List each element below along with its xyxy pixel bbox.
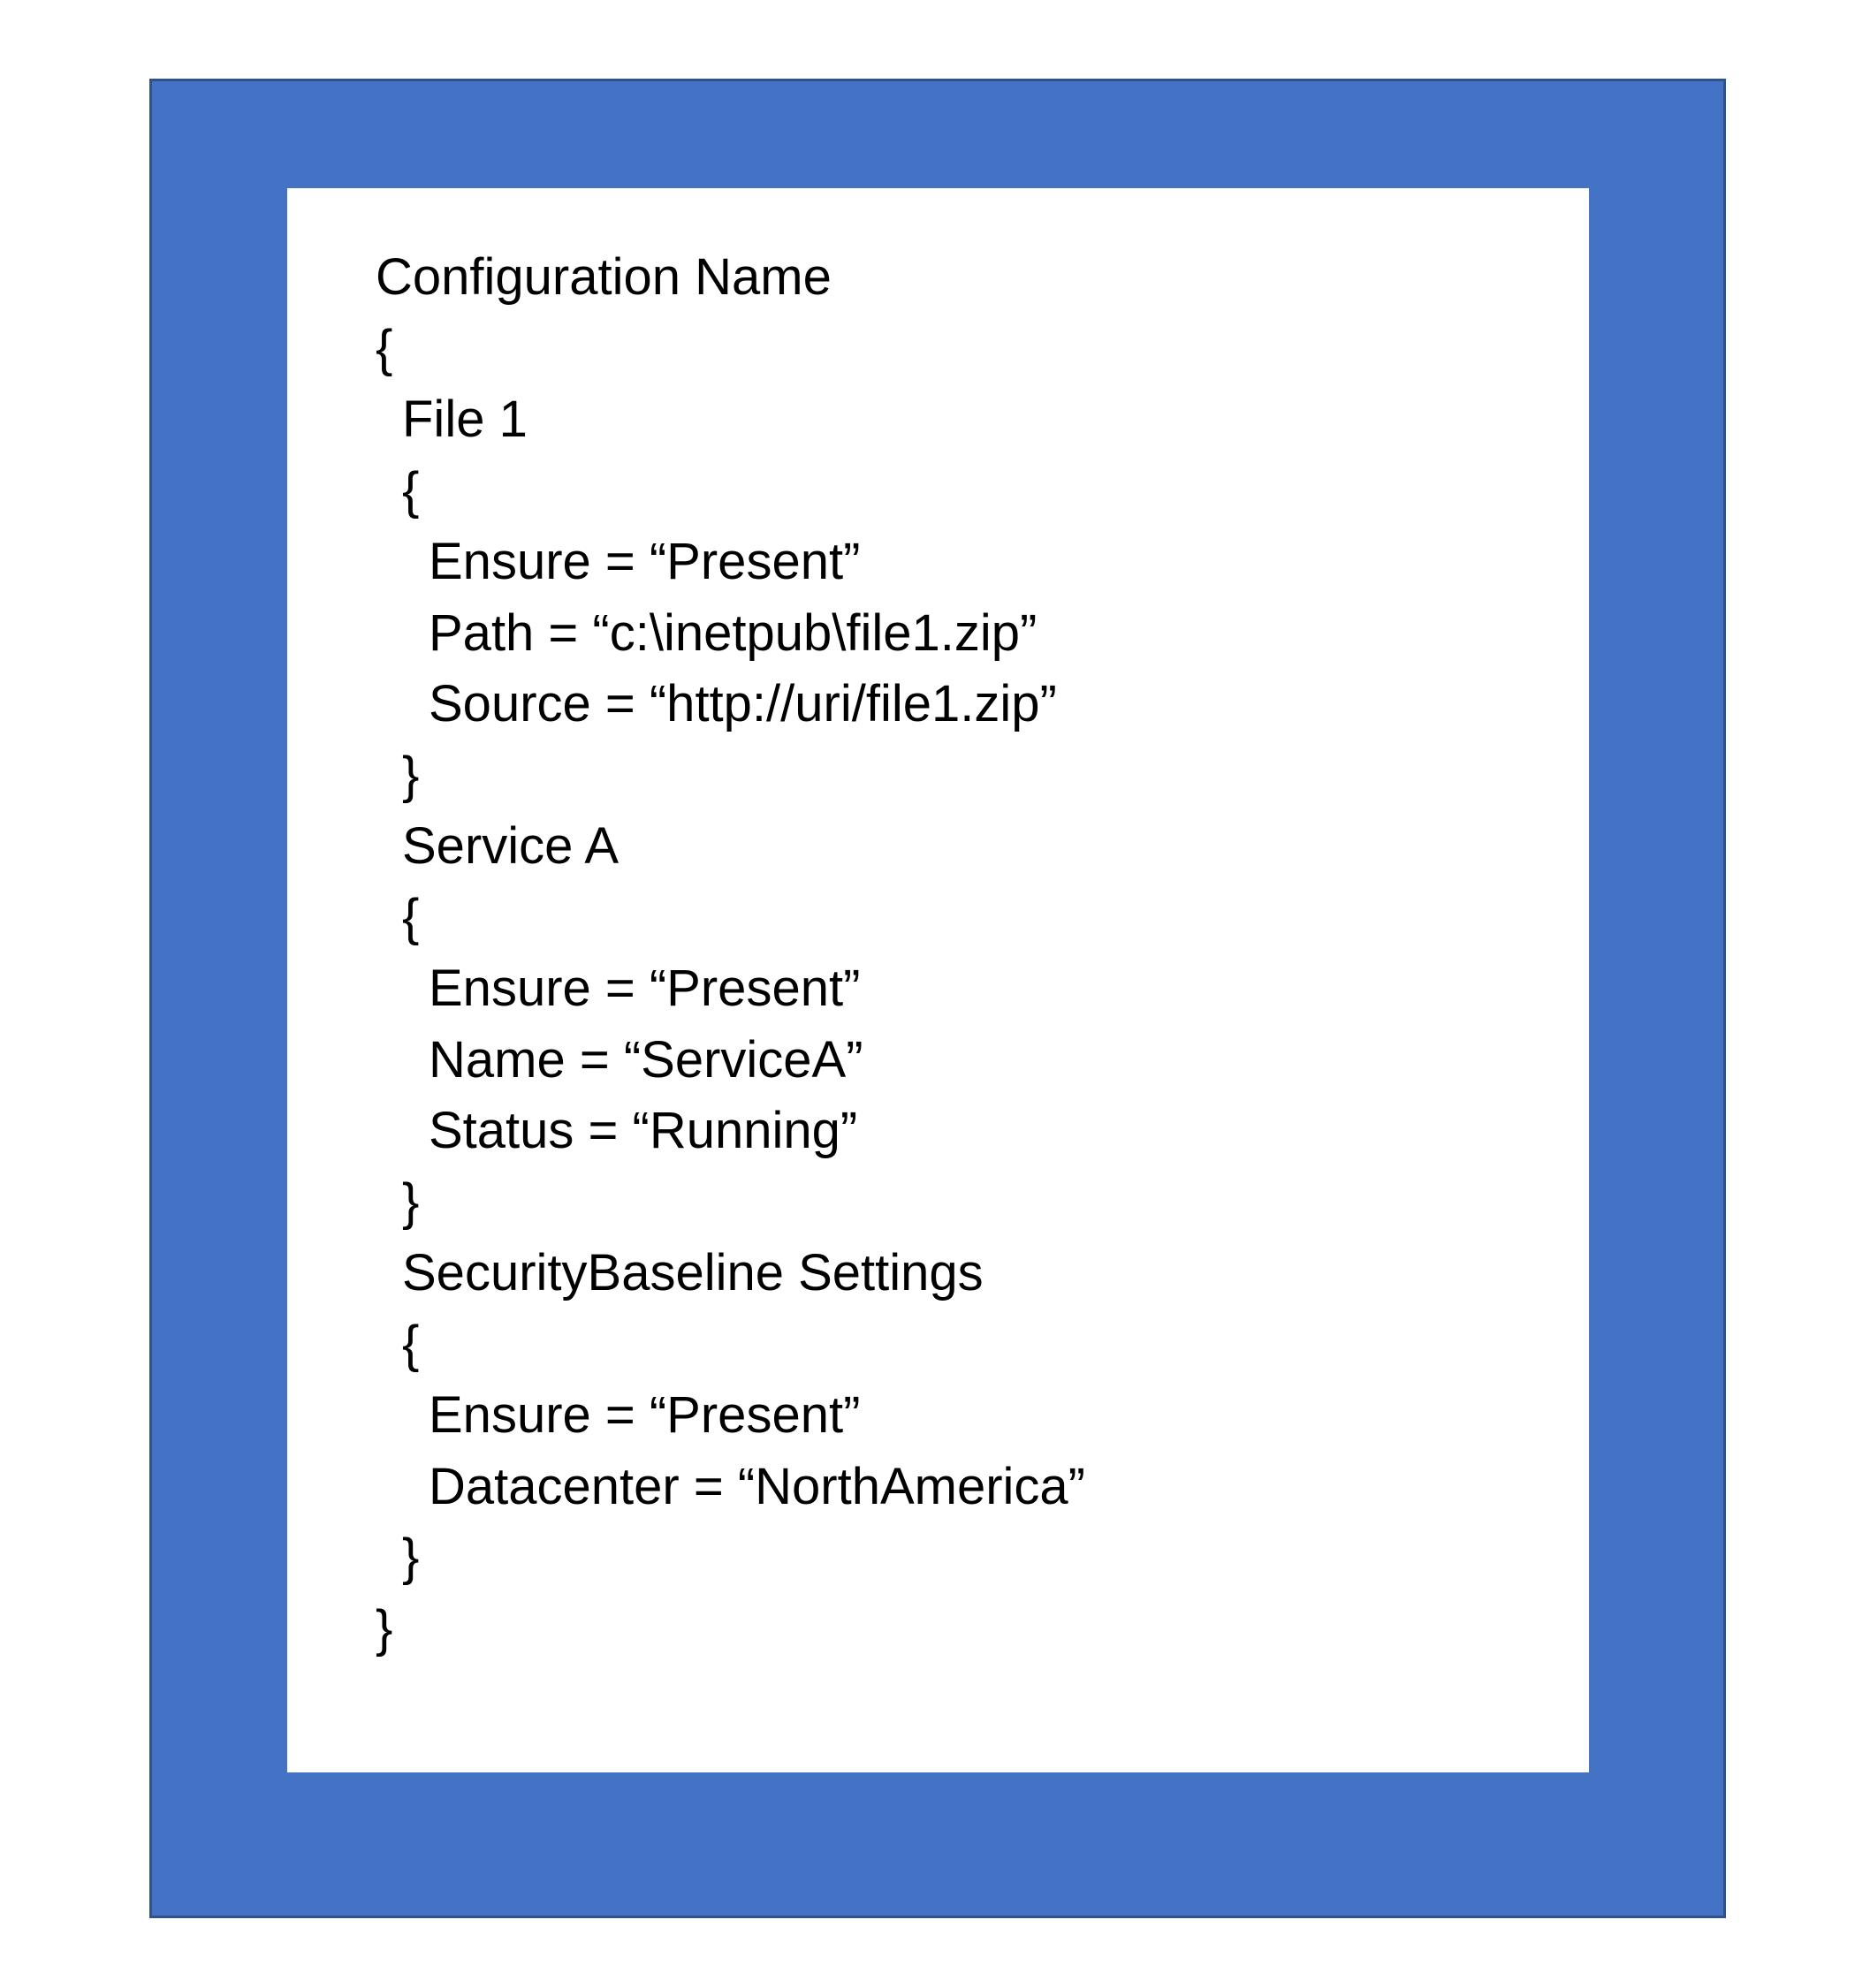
config-close-brace: } [376,1599,393,1658]
resource-property: Source = “http://uri/file1.zip” [429,675,1057,732]
resource-close-brace: } [402,746,420,804]
configuration-code: Configuration Name { File 1 { Ensure = “… [376,242,1085,1665]
resource-property: Datacenter = “NorthAmerica” [429,1457,1085,1515]
resource-open-brace: { [402,1315,420,1373]
resource-name: File 1 [402,391,528,448]
resource-open-brace: { [402,888,420,946]
resource-property: Status = “Running” [429,1102,858,1159]
resource-close-brace: } [402,1172,420,1231]
config-open-brace: { [376,319,393,377]
resource-name: SecurityBaseline Settings [402,1244,984,1301]
resource-name: Service A [402,817,619,875]
resource-open-brace: { [402,461,420,520]
resource-property: Ensure = “Present” [429,533,861,590]
resource-close-brace: } [402,1529,420,1586]
resource-property: Path = “c:\inetpub\file1.zip” [429,603,1038,662]
resource-property: Name = “ServiceA” [429,1030,863,1089]
config-title: Configuration Name [376,248,832,306]
resource-property: Ensure = “Present” [429,960,861,1017]
resource-property: Ensure = “Present” [429,1386,861,1444]
